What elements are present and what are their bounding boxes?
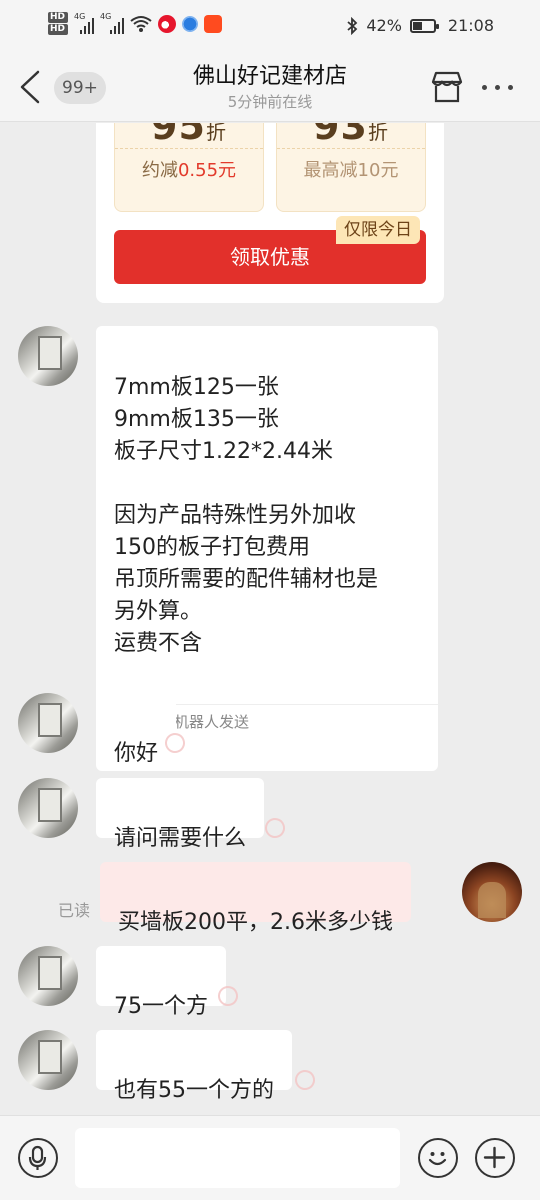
smiley-icon	[428, 1152, 447, 1166]
stamp-icon	[262, 815, 288, 841]
message-text: 请问需要什么	[114, 826, 247, 851]
weibo-icon	[158, 14, 176, 33]
message-list[interactable]: 95折 约减0.55元 93折 最高减10元 领取优惠 仅限今日 7mm板125…	[0, 123, 540, 1115]
more-actions-button[interactable]	[475, 1138, 515, 1178]
chat-header: 99+ 佛山好记建材店 5分钟前在线	[0, 52, 540, 122]
emoji-button[interactable]	[418, 1138, 458, 1178]
shop-avatar[interactable]	[18, 326, 78, 386]
message-input[interactable]	[75, 1128, 400, 1188]
shop-avatar[interactable]	[18, 946, 78, 1006]
status-left: HD HD 4G 4G	[48, 12, 222, 35]
coupon-2-desc: 最高减10元	[303, 160, 399, 181]
read-status: 已读	[58, 901, 91, 920]
coupon-card: 95折 约减0.55元 93折 最高减10元 领取优惠 仅限今日	[96, 123, 444, 303]
message-text: 也有55一个方的	[114, 1078, 274, 1103]
signal-1-icon: 4G	[74, 11, 94, 34]
more-options-icon[interactable]	[482, 85, 513, 90]
coupon-1-discount: 95折	[151, 123, 227, 148]
signal-2-icon: 4G	[100, 11, 124, 34]
microphone-icon	[28, 1145, 47, 1170]
status-right: 42% 21:08	[346, 16, 494, 35]
message-bubble: 75一个方	[96, 946, 226, 1019]
hd-indicator: HD HD	[48, 12, 68, 35]
input-bar	[0, 1115, 540, 1200]
coupon-1[interactable]: 95折 约减0.55元	[114, 123, 264, 212]
hd-label-2: HD	[48, 24, 68, 35]
my-avatar[interactable]	[462, 862, 522, 922]
plus-icon	[483, 1146, 506, 1169]
stamp-icon	[292, 1067, 318, 1093]
wifi-icon	[130, 15, 152, 32]
hd-label-1: HD	[48, 12, 68, 23]
network-type-1: 4G	[74, 11, 86, 21]
limited-today-tag: 仅限今日	[336, 216, 420, 244]
my-message-bubble: 买墙板200平，2.6米多少钱	[100, 862, 411, 935]
network-type-2: 4G	[100, 11, 112, 21]
battery-fill	[412, 21, 423, 30]
battery-icon	[409, 18, 439, 33]
clock: 21:08	[447, 16, 494, 35]
coupon-1-desc: 约减0.55元	[141, 160, 237, 181]
message-text: 你好	[114, 741, 159, 766]
bluetooth-icon	[347, 16, 358, 35]
message-text: 买墙板200平，2.6米多少钱	[118, 910, 393, 935]
message-bubble: 请问需要什么	[96, 778, 265, 851]
taobao-icon	[204, 14, 222, 33]
browser-icon	[182, 15, 198, 32]
coupon-2[interactable]: 93折 最高减10元	[276, 123, 426, 212]
store-icon[interactable]	[430, 70, 464, 104]
voice-input-button[interactable]	[18, 1138, 58, 1178]
shop-avatar[interactable]	[18, 1030, 78, 1090]
coupon-2-discount: 93折	[313, 123, 389, 148]
message-text: 75一个方	[114, 994, 208, 1019]
shop-avatar[interactable]	[18, 693, 78, 753]
message-text: 7mm板125一张 9mm板135一张 板子尺寸1.22*2.44米 因为产品特…	[114, 375, 379, 656]
battery-percent: 42%	[366, 16, 402, 35]
status-bar: HD HD 4G 4G 42% 21:08	[0, 0, 540, 52]
message-bubble: 也有55一个方的	[96, 1030, 292, 1103]
shop-avatar[interactable]	[18, 778, 78, 838]
